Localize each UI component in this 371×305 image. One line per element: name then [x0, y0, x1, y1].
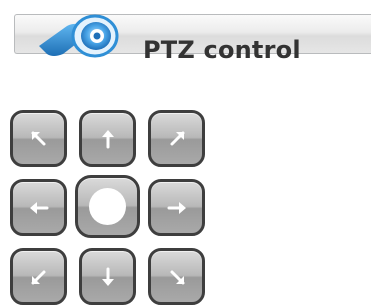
ptz-down-button[interactable]: [79, 248, 136, 305]
ptz-up-right-button[interactable]: [148, 110, 205, 167]
camera-logo-icon: [39, 14, 119, 58]
arrow-up-icon: [101, 129, 114, 148]
ptz-center-button[interactable]: [75, 175, 140, 238]
arrow-right-icon: [167, 201, 186, 214]
ptz-left-button[interactable]: [10, 179, 67, 236]
arrow-down-right-icon: [170, 270, 184, 284]
page-title: PTZ control: [143, 36, 301, 64]
ptz-up-left-button[interactable]: [10, 110, 67, 167]
arrow-up-right-icon: [170, 131, 184, 145]
arrow-up-left-icon: [31, 131, 45, 145]
center-dot-icon: [89, 188, 126, 225]
ptz-up-button[interactable]: [79, 110, 136, 167]
ptz-control-header: PTZ control: [14, 14, 371, 64]
ptz-down-left-button[interactable]: [10, 248, 67, 305]
arrow-left-icon: [29, 201, 48, 214]
arrow-down-icon: [101, 267, 114, 286]
ptz-right-button[interactable]: [148, 179, 205, 236]
arrow-down-left-icon: [31, 270, 45, 284]
ptz-down-right-button[interactable]: [148, 248, 205, 305]
